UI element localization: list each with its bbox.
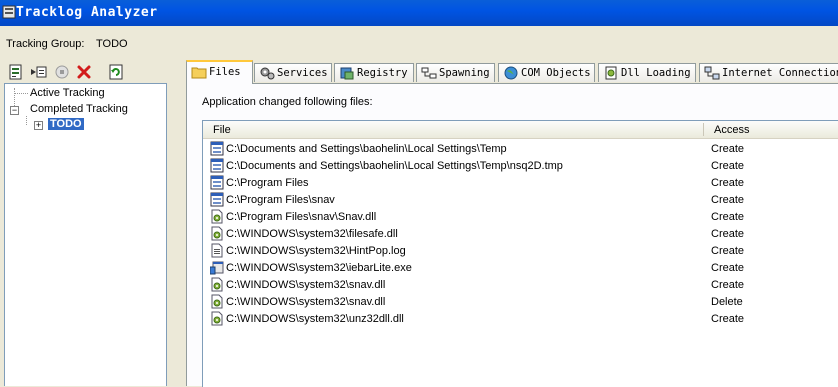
tracking-tree[interactable]: Active Tracking − Completed Tracking + T… bbox=[4, 83, 167, 386]
new-tracking-button[interactable] bbox=[6, 62, 26, 82]
table-row[interactable]: C:\Program Files\snav\Snav.dll Create bbox=[203, 209, 838, 226]
row-access: Delete bbox=[711, 296, 743, 308]
table-row[interactable]: C:\Documents and Settings\baohelin\Local… bbox=[203, 141, 838, 158]
row-file-path: C:\WINDOWS\system32\snav.dll bbox=[226, 296, 386, 308]
tab-services[interactable]: Services bbox=[254, 63, 332, 82]
row-file-path: C:\WINDOWS\system32\unz32dll.dll bbox=[226, 313, 404, 325]
tab-spawning[interactable]: Spawning bbox=[416, 63, 495, 82]
row-access: Create bbox=[711, 313, 745, 325]
tab-label: Files bbox=[209, 66, 241, 78]
row-file-path: C:\Program Files bbox=[226, 177, 309, 189]
start-tracking-button[interactable] bbox=[28, 62, 48, 82]
table-row[interactable]: C:\Program Files Create bbox=[203, 175, 838, 192]
table-row[interactable]: C:\WINDOWS\system32\snav.dll Create bbox=[203, 277, 838, 294]
network-icon bbox=[704, 66, 720, 83]
row-access: Create bbox=[711, 211, 745, 223]
delete-icon bbox=[77, 65, 91, 79]
row-access: Create bbox=[711, 160, 745, 172]
row-file-path: C:\Program Files\snav bbox=[226, 194, 335, 206]
row-file-path: C:\WINDOWS\system32\HintPop.log bbox=[226, 245, 406, 257]
tree-connector bbox=[26, 116, 27, 125]
row-access: Create bbox=[711, 143, 745, 155]
tab-label: Spawning bbox=[439, 67, 490, 79]
window-title: Tracklog Analyzer bbox=[16, 5, 158, 20]
globe-icon bbox=[503, 66, 519, 83]
registry-icon bbox=[339, 66, 355, 83]
tree-item-active-tracking[interactable]: Active Tracking bbox=[30, 87, 105, 99]
gears-icon bbox=[259, 66, 275, 83]
delete-button[interactable] bbox=[74, 62, 94, 82]
exe-file-icon bbox=[209, 260, 224, 275]
tab-strip: Files Services Registry Spawning COM Obj… bbox=[186, 60, 838, 84]
table-row[interactable]: C:\WINDOWS\system32\HintPop.log Create bbox=[203, 243, 838, 260]
file-list[interactable]: File Access C:\Documents and Settings\ba… bbox=[202, 120, 838, 387]
dll-file-icon bbox=[210, 226, 224, 241]
tree-item-completed-tracking[interactable]: Completed Tracking bbox=[30, 103, 128, 115]
table-row[interactable]: C:\WINDOWS\system32\iebarLite.exe Create bbox=[203, 260, 838, 277]
row-file-path: C:\WINDOWS\system32\snav.dll bbox=[226, 279, 386, 291]
folder-window-icon bbox=[210, 192, 224, 207]
new-tracking-icon bbox=[9, 64, 22, 80]
row-access: Create bbox=[711, 279, 745, 291]
row-file-path: C:\WINDOWS\system32\iebarLite.exe bbox=[226, 262, 412, 274]
column-divider[interactable] bbox=[703, 123, 704, 136]
table-row[interactable]: C:\Documents and Settings\baohelin\Local… bbox=[203, 158, 838, 175]
row-file-path: C:\Program Files\snav\Snav.dll bbox=[226, 211, 377, 223]
column-header-file[interactable]: File bbox=[213, 124, 231, 136]
tracking-group-value: TODO bbox=[96, 38, 128, 50]
tab-internet-connection[interactable]: Internet Connection bbox=[699, 63, 838, 82]
folder-icon bbox=[191, 65, 207, 82]
title-bar: Tracklog Analyzer bbox=[0, 0, 838, 26]
row-access: Create bbox=[711, 228, 745, 240]
tab-label: Dll Loading bbox=[621, 67, 691, 79]
tab-label: COM Objects bbox=[521, 67, 591, 79]
text-file-icon bbox=[210, 243, 224, 258]
dll-file-icon bbox=[210, 311, 224, 326]
row-file-path: C:\Documents and Settings\baohelin\Local… bbox=[226, 143, 507, 155]
dll-file-icon bbox=[210, 277, 224, 292]
tree-item-todo[interactable]: TODO bbox=[48, 118, 84, 130]
tab-dll-loading[interactable]: Dll Loading bbox=[598, 63, 696, 82]
table-row[interactable]: C:\WINDOWS\system32\snav.dll Delete bbox=[203, 294, 838, 311]
row-file-path: C:\WINDOWS\system32\filesafe.dll bbox=[226, 228, 398, 240]
tree-expand-toggle[interactable]: + bbox=[34, 121, 43, 130]
tab-label: Internet Connection bbox=[722, 67, 838, 79]
folder-window-icon bbox=[210, 141, 224, 156]
start-tracking-icon bbox=[31, 66, 47, 78]
tab-label: Services bbox=[277, 67, 328, 79]
row-access: Create bbox=[711, 262, 745, 274]
dll-file-icon bbox=[210, 209, 224, 224]
column-header-access[interactable]: Access bbox=[714, 124, 749, 136]
table-row[interactable]: C:\WINDOWS\system32\filesafe.dll Create bbox=[203, 226, 838, 243]
process-tree-icon bbox=[421, 66, 437, 83]
refresh-icon bbox=[109, 64, 123, 80]
folder-window-icon bbox=[210, 158, 224, 173]
list-header: File Access bbox=[203, 121, 838, 139]
tab-label: Registry bbox=[357, 67, 408, 79]
stop-icon bbox=[55, 65, 69, 79]
tab-registry[interactable]: Registry bbox=[334, 63, 414, 82]
folder-window-icon bbox=[210, 175, 224, 190]
stop-button[interactable] bbox=[52, 62, 72, 82]
app-icon bbox=[2, 5, 16, 19]
files-panel: Application changed following files: Fil… bbox=[186, 83, 838, 387]
row-access: Create bbox=[711, 177, 745, 189]
tree-collapse-toggle[interactable]: − bbox=[10, 106, 19, 115]
dll-icon bbox=[603, 66, 619, 83]
refresh-button[interactable] bbox=[106, 62, 126, 82]
panel-caption: Application changed following files: bbox=[202, 96, 373, 108]
tab-com-objects[interactable]: COM Objects bbox=[498, 63, 595, 82]
row-access: Create bbox=[711, 194, 745, 206]
table-row[interactable]: C:\WINDOWS\system32\unz32dll.dll Create bbox=[203, 311, 838, 328]
tracking-group-label: Tracking Group: bbox=[6, 38, 85, 50]
dll-file-icon bbox=[210, 294, 224, 309]
tree-connector bbox=[14, 93, 28, 94]
row-file-path: C:\Documents and Settings\baohelin\Local… bbox=[226, 160, 563, 172]
table-row[interactable]: C:\Program Files\snav Create bbox=[203, 192, 838, 209]
row-access: Create bbox=[711, 245, 745, 257]
tab-files[interactable]: Files bbox=[186, 60, 253, 84]
